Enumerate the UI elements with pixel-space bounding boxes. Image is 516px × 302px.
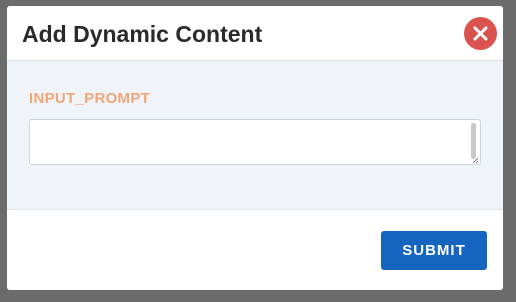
dialog-footer: SUBMIT xyxy=(7,210,503,290)
input-prompt-label: INPUT_PROMPT xyxy=(29,90,151,107)
close-button[interactable] xyxy=(464,17,497,50)
dialog-body: INPUT_PROMPT xyxy=(7,61,503,210)
close-x-icon xyxy=(473,26,488,41)
input-prompt-field[interactable] xyxy=(29,119,481,165)
dialog-header: Add Dynamic Content xyxy=(7,6,503,61)
dialog-title: Add Dynamic Content xyxy=(22,21,263,47)
submit-button[interactable]: SUBMIT xyxy=(381,231,487,270)
input-scrollbar[interactable] xyxy=(471,123,476,159)
resize-handle-icon[interactable] xyxy=(472,157,479,164)
add-dynamic-content-dialog: Add Dynamic Content INPUT_PROMPT SUBMIT xyxy=(7,6,503,290)
